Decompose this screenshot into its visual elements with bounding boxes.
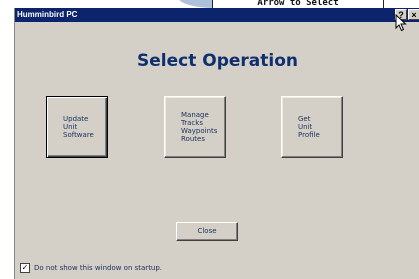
title-bar: Humminbird PC ? × xyxy=(15,8,419,22)
startup-checkbox-label: Do not show this window on startup. xyxy=(34,264,163,272)
page-title: Select Operation xyxy=(137,51,298,71)
startup-checkbox[interactable]: ✓ xyxy=(20,263,30,273)
manage-tracks-waypoints-routes-button[interactable]: Manage Tracks Waypoints Routes xyxy=(164,96,226,158)
background-hint-text: Arrow to Select xyxy=(212,0,384,8)
button-label-line: Manage xyxy=(181,111,209,119)
button-label-line: Waypoints xyxy=(181,127,218,135)
button-label-line: Unit xyxy=(63,123,78,131)
startup-option[interactable]: ✓ Do not show this window on startup. xyxy=(20,263,162,273)
close-window-button[interactable]: × xyxy=(408,9,419,20)
button-label-line: Tracks xyxy=(181,119,203,127)
window-title: Humminbird PC xyxy=(17,10,78,19)
button-label-line: Routes xyxy=(181,135,205,143)
button-label-line: Profile xyxy=(298,131,320,139)
dialog-window: Humminbird PC ? × Select Operation Updat… xyxy=(14,8,419,279)
button-label-line: Software xyxy=(63,131,94,139)
button-label-line: Unit xyxy=(298,123,313,131)
update-unit-software-button[interactable]: Update Unit Software xyxy=(46,96,108,158)
button-label-line: Update xyxy=(63,115,89,123)
button-label-line: Get xyxy=(298,115,311,123)
close-button[interactable]: Close xyxy=(176,222,238,241)
mouse-pointer-icon xyxy=(395,14,407,32)
get-unit-profile-button[interactable]: Get Unit Profile xyxy=(281,96,343,158)
